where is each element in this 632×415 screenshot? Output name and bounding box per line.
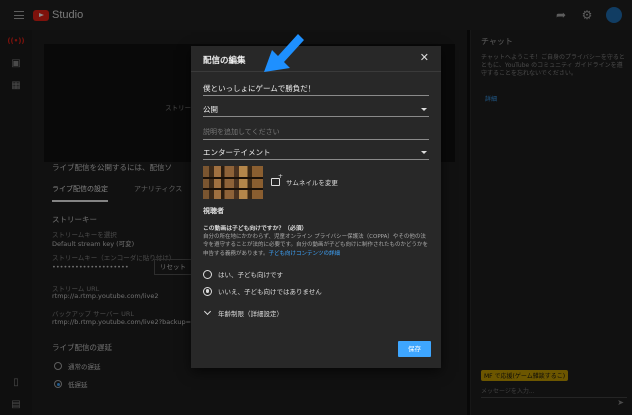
chevron-down-icon (421, 151, 427, 154)
dialog-title: 配信の編集 (203, 56, 246, 66)
title-value: 僕といっしょにゲームで勝負だ！ (203, 84, 316, 93)
visibility-select[interactable]: 公開 (203, 103, 429, 117)
radio-no[interactable] (203, 286, 212, 296)
option-yes-label: はい、子ども向けです (218, 271, 283, 279)
category-select[interactable]: エンターテイメント (203, 146, 429, 160)
age-restriction-expander[interactable]: 年齢制限（詳細設定） (203, 307, 283, 318)
change-thumbnail-button[interactable]: サムネイルを変更 (271, 173, 338, 187)
chevron-down-icon (203, 307, 212, 316)
close-icon[interactable]: ✕ (420, 52, 429, 64)
kids-description: 自分の所在地にかかわらず、児童オンライン プライバシー保護法（COPPA）やその… (203, 233, 431, 258)
option-no-label: いいえ、子ども向けではありません (218, 288, 322, 296)
kids-content-link[interactable]: 子ども向けコンテンツの詳細 (268, 251, 340, 257)
annotation-arrow-icon (264, 34, 304, 72)
description-field[interactable]: 説明を追加してください (203, 126, 429, 140)
option-made-for-kids[interactable]: はい、子ども向けです (203, 269, 283, 279)
save-button[interactable]: 保存 (398, 341, 431, 357)
edit-stream-dialog: 配信の編集 ✕ 僕といっしょにゲームで勝負だ！ 公開 説明を追加してください エ… (191, 46, 441, 368)
add-image-icon (271, 173, 283, 186)
category-value: エンターテイメント (203, 148, 271, 157)
audience-title: 視聴者 (203, 207, 224, 215)
kids-question: この動画は子ども向けですか？（必須） (203, 226, 308, 232)
dialog-header: 配信の編集 ✕ (191, 46, 441, 72)
visibility-value: 公開 (203, 105, 218, 114)
age-restriction-label: 年齢制限（詳細設定） (218, 310, 283, 318)
thumbnail-image (203, 166, 263, 199)
change-thumbnail-label: サムネイルを変更 (286, 179, 338, 187)
chevron-down-icon (421, 108, 427, 111)
description-placeholder: 説明を追加してください (203, 128, 280, 136)
title-field[interactable]: 僕といっしょにゲームで勝負だ！ (203, 82, 429, 96)
option-not-for-kids[interactable]: いいえ、子ども向けではありません (203, 286, 322, 296)
radio-yes[interactable] (203, 269, 212, 279)
